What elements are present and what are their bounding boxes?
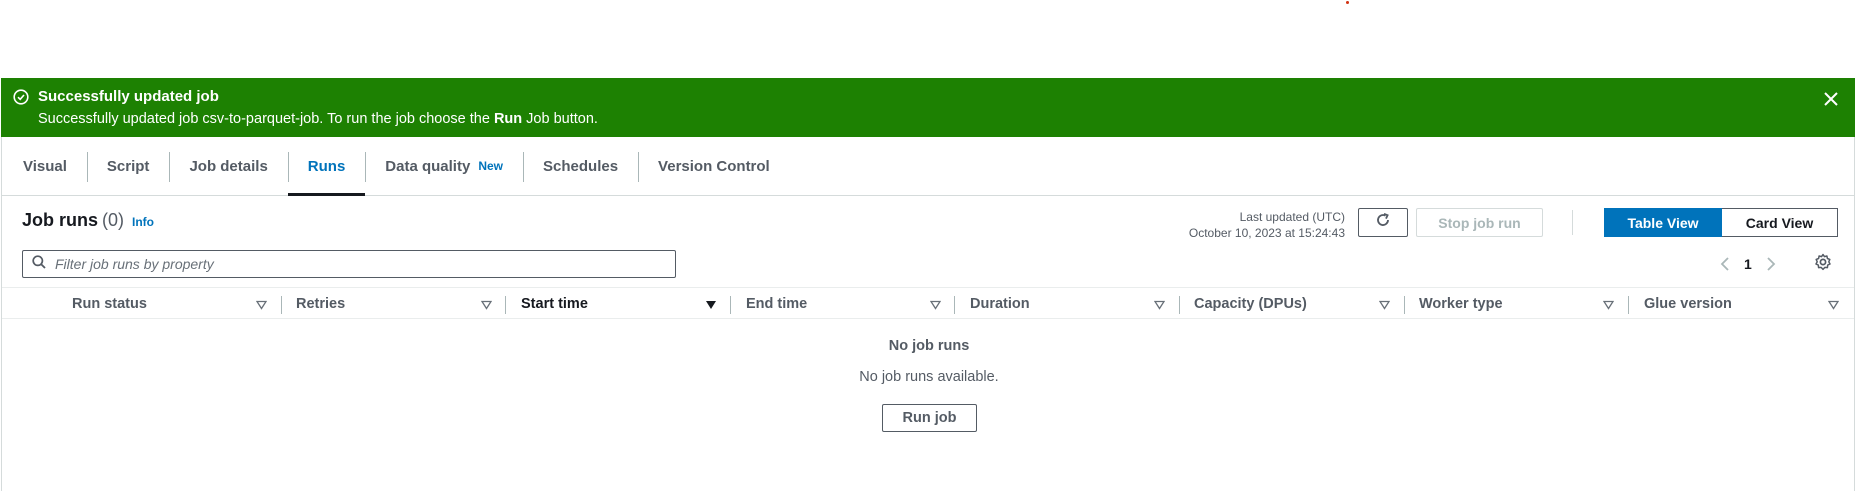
last-updated-label: Last updated (UTC) — [1239, 210, 1345, 224]
flash-title: Successfully updated job — [38, 88, 219, 105]
column-label: Worker type — [1419, 296, 1503, 312]
close-icon[interactable] — [1821, 89, 1841, 109]
tab-schedules[interactable]: Schedules — [523, 137, 638, 195]
table-view-button[interactable]: Table View — [1604, 208, 1722, 237]
sort-caret-icon — [480, 298, 493, 314]
column-divider — [730, 296, 731, 314]
job-tabs: Visual Script Job details Runs Data qual… — [2, 137, 1854, 196]
tab-label: Schedules — [543, 157, 619, 175]
new-badge: New — [478, 159, 504, 173]
tab-runs[interactable]: Runs — [287, 137, 366, 196]
column-divider — [954, 296, 955, 314]
tab-label: Job details — [189, 157, 268, 175]
column-divider — [1628, 296, 1629, 314]
table-header: Run status Retries Start time End time D… — [2, 287, 1854, 319]
column-divider — [281, 296, 282, 314]
filter-input[interactable] — [55, 256, 655, 272]
divider — [1572, 210, 1573, 235]
column-duration[interactable]: Duration — [970, 288, 1166, 320]
column-label: Capacity (DPUs) — [1194, 296, 1307, 312]
chevron-right-icon[interactable] — [1766, 256, 1776, 272]
flash-message: Successfully updated job csv-to-parquet-… — [38, 110, 598, 128]
column-divider — [505, 296, 506, 314]
sort-caret-icon — [1602, 298, 1615, 314]
refresh-icon — [1375, 212, 1391, 233]
column-start-time[interactable]: Start time — [521, 288, 717, 320]
empty-state-title: No job runs — [888, 338, 970, 354]
column-worker-type[interactable]: Worker type — [1419, 288, 1615, 320]
page-number[interactable]: 1 — [1744, 256, 1752, 272]
chevron-left-icon[interactable] — [1720, 256, 1730, 272]
sort-caret-icon — [929, 298, 942, 314]
column-capacity[interactable]: Capacity (DPUs) — [1194, 288, 1391, 320]
filter-field[interactable] — [22, 250, 676, 278]
sort-descending-icon — [705, 298, 717, 314]
view-toggle: Table View Card View — [1604, 208, 1838, 237]
tab-data-quality[interactable]: Data quality New — [365, 137, 523, 195]
column-glue-version[interactable]: Glue version — [1644, 288, 1840, 320]
tab-job-details[interactable]: Job details — [169, 137, 287, 195]
tab-script[interactable]: Script — [86, 137, 170, 195]
tab-version-control[interactable]: Version Control — [638, 137, 790, 195]
column-label: Run status — [72, 296, 147, 312]
tab-label: Version Control — [658, 157, 770, 175]
tab-label: Script — [106, 157, 150, 175]
column-label: Glue version — [1644, 296, 1732, 312]
flash-message-suffix: Job button. — [522, 111, 598, 127]
gear-icon[interactable] — [1814, 253, 1832, 271]
success-flash-banner: Successfully updated job Successfully up… — [1, 78, 1855, 137]
run-job-button[interactable]: Run job — [882, 404, 977, 432]
tab-label: Runs — [307, 157, 346, 175]
job-runs-heading: Job runs (0) Info — [22, 210, 154, 231]
success-check-icon — [13, 89, 29, 105]
column-label: Duration — [970, 296, 1030, 312]
column-run-status[interactable]: Run status — [72, 288, 268, 320]
sort-caret-icon — [1153, 298, 1166, 314]
card-view-button[interactable]: Card View — [1722, 208, 1838, 237]
search-icon — [32, 254, 46, 274]
empty-state-message: No job runs available. — [859, 369, 999, 385]
sort-caret-icon — [255, 298, 268, 314]
tab-visual[interactable]: Visual — [2, 137, 87, 195]
info-link[interactable]: Info — [132, 215, 154, 229]
stop-job-run-button[interactable]: Stop job run — [1416, 208, 1543, 237]
runs-count: (0) — [102, 210, 125, 230]
tab-label: Data quality — [385, 157, 471, 175]
column-retries[interactable]: Retries — [296, 288, 493, 320]
column-label: End time — [746, 296, 808, 312]
column-end-time[interactable]: End time — [746, 288, 942, 320]
tab-label: Visual — [23, 157, 67, 175]
last-updated: Last updated (UTC) October 10, 2023 at 1… — [1189, 209, 1345, 241]
column-label: Retries — [296, 296, 346, 312]
flash-message-text: Successfully updated job csv-to-parquet-… — [38, 111, 494, 127]
indicator-dot — [1346, 1, 1349, 4]
column-label: Start time — [521, 296, 588, 312]
pagination: 1 — [1720, 251, 1776, 277]
sort-caret-icon — [1827, 298, 1840, 314]
refresh-button[interactable] — [1358, 208, 1408, 237]
last-updated-value: October 10, 2023 at 15:24:43 — [1188, 226, 1345, 240]
flash-message-bold: Run — [493, 111, 523, 127]
heading-text: Job runs — [22, 210, 99, 230]
column-divider — [1179, 296, 1180, 314]
job-runs-panel: Visual Script Job details Runs Data qual… — [1, 137, 1855, 491]
sort-caret-icon — [1378, 298, 1391, 314]
column-divider — [1404, 296, 1405, 314]
